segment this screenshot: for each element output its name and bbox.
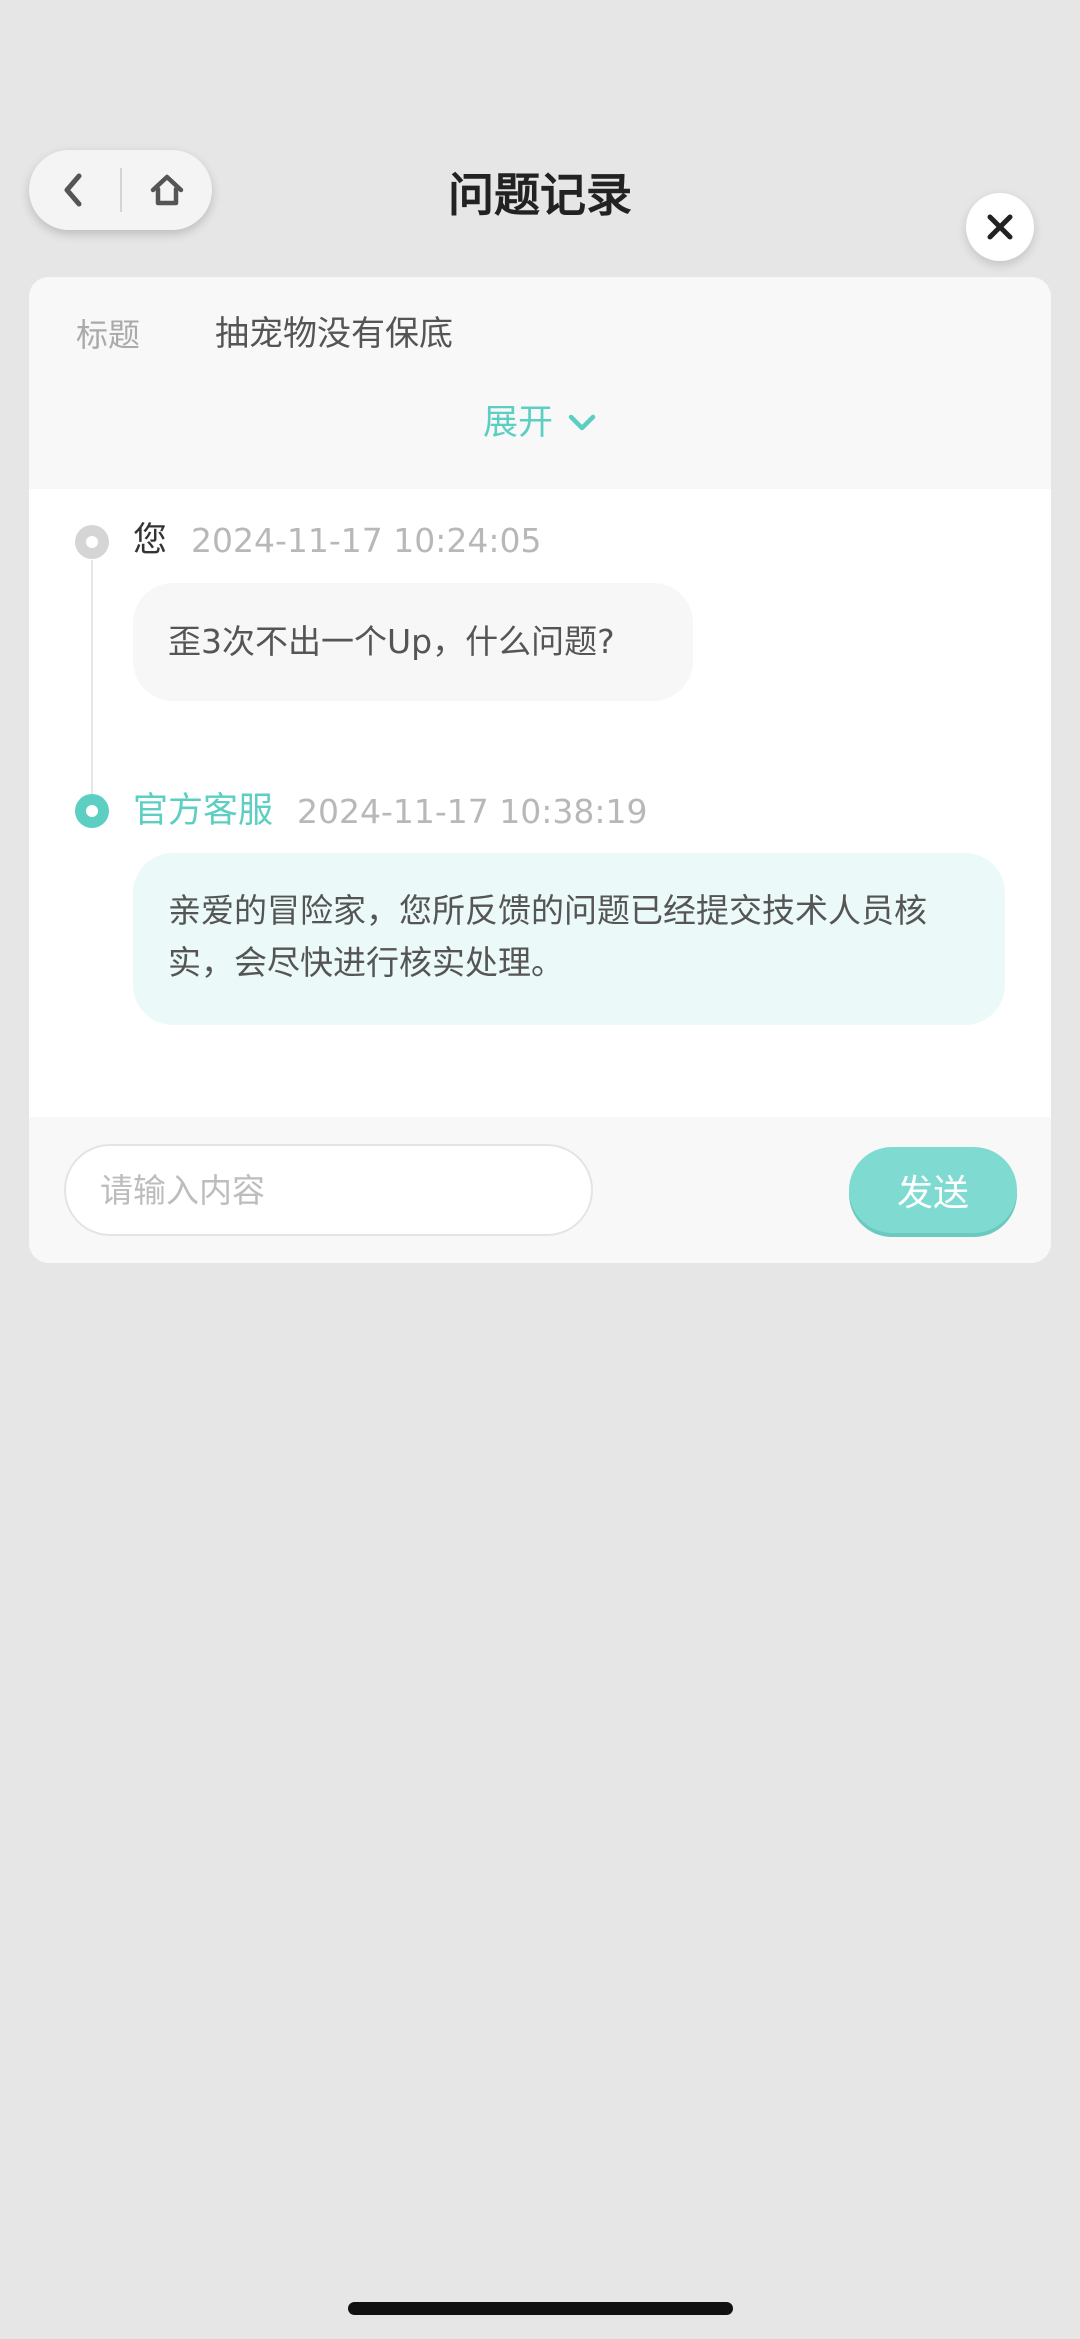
expand-toggle[interactable]: 展开 — [29, 400, 1051, 446]
home-indicator — [348, 2302, 733, 2315]
close-button[interactable] — [966, 193, 1034, 261]
expand-label: 展开 — [482, 403, 553, 443]
composer-bar: 发送 — [29, 1117, 1051, 1263]
message-bubble-user: 歪3次不出一个Up，什么问题? — [133, 583, 693, 701]
timeline-dot-user — [75, 525, 109, 559]
record-card: 标题 抽宠物没有保底 展开 您 2024-11-17 10:24:05 歪3次不… — [29, 277, 1051, 1263]
title-label: 标题 — [76, 316, 141, 354]
record-header: 标题 抽宠物没有保底 展开 — [29, 277, 1051, 489]
message-bubble-staff: 亲爱的冒险家，您所反馈的问题已经提交技术人员核实，会尽快进行核实处理。 — [133, 853, 1005, 1025]
message-sender: 您 — [133, 520, 167, 560]
close-icon — [987, 214, 1013, 240]
message-sender: 官方客服 — [133, 791, 274, 831]
message-input[interactable] — [64, 1144, 593, 1236]
message-time: 2024-11-17 10:38:19 — [297, 792, 648, 831]
send-button[interactable]: 发送 — [849, 1147, 1017, 1233]
page-title: 问题记录 — [448, 168, 632, 222]
chevron-down-icon — [568, 414, 596, 431]
message-time: 2024-11-17 10:24:05 — [191, 521, 542, 560]
timeline-line — [91, 560, 93, 817]
timeline-dot-staff — [75, 794, 109, 828]
title-value: 抽宠物没有保底 — [215, 314, 453, 354]
